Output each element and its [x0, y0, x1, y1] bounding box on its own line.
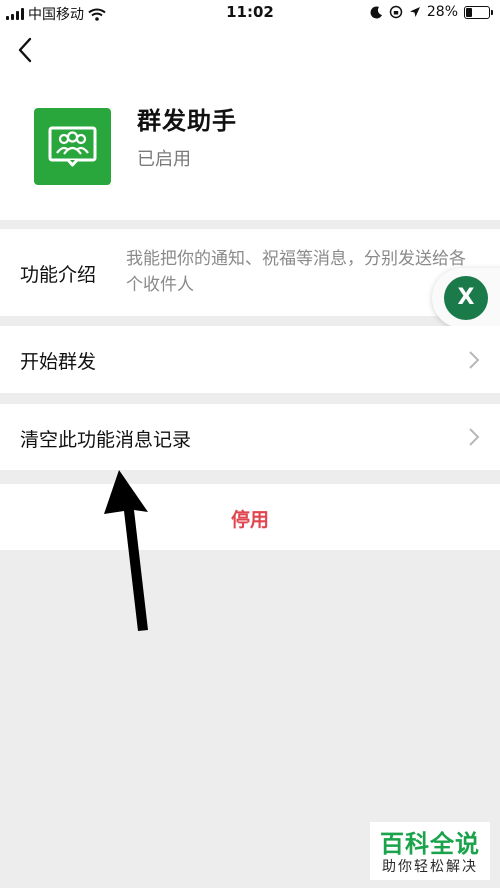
battery-icon — [464, 5, 493, 19]
chevron-right-icon — [469, 428, 480, 446]
watermark-title: 百科全说 — [380, 830, 480, 858]
start-group-send-row[interactable]: 开始群发 — [0, 326, 500, 393]
disable-button[interactable]: 停用 — [0, 505, 500, 532]
watermark-subtitle: 助你轻松解决 — [382, 859, 478, 875]
start-group-send-label: 开始群发 — [20, 351, 97, 373]
floating-x-icon: X — [444, 276, 488, 320]
intro-label: 功能介绍 — [20, 264, 97, 286]
intro-row: 功能介绍 我能把你的通知、祝福等消息，分别发送给各个收件人 — [0, 229, 500, 316]
clear-records-row[interactable]: 清空此功能消息记录 — [0, 404, 500, 470]
app-icon — [34, 108, 111, 185]
group-chat-icon — [48, 126, 97, 167]
intro-text: 我能把你的通知、祝福等消息，分别发送给各个收件人 — [126, 249, 466, 295]
annotation-arrow-icon — [104, 470, 148, 631]
app-status: 已启用 — [137, 149, 191, 170]
watermark-logo: 百科全说 助你轻松解决 — [370, 822, 490, 880]
status-bar: 中国移动 11:02 28% — [0, 0, 500, 26]
battery-fill — [466, 7, 472, 17]
rotation-lock-icon — [389, 5, 403, 19]
floating-window-button[interactable]: X — [432, 268, 500, 328]
back-arrow-icon[interactable] — [14, 36, 38, 64]
battery-percent: 28% — [426, 4, 458, 20]
chevron-right-icon — [469, 351, 480, 369]
clear-records-label: 清空此功能消息记录 — [20, 429, 192, 451]
disable-row[interactable]: 停用 — [0, 484, 500, 550]
moon-icon — [370, 5, 382, 18]
app-name: 群发助手 — [137, 107, 237, 135]
location-icon — [409, 7, 420, 17]
status-right: 28% — [370, 4, 493, 20]
